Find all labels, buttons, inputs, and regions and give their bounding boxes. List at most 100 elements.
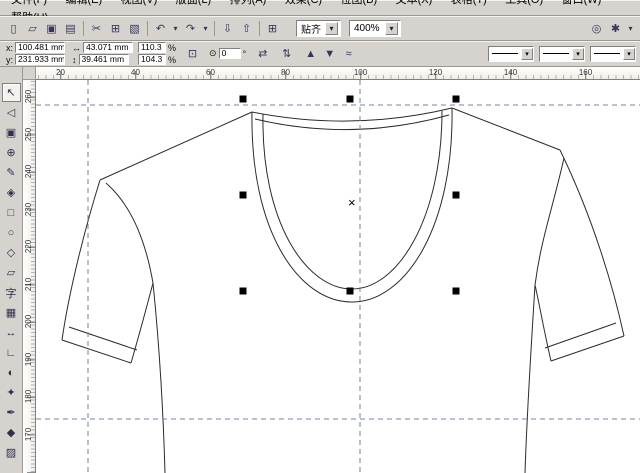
options-button[interactable]: ✱: [606, 19, 625, 38]
selection-center-mark[interactable]: ×: [348, 195, 356, 210]
ruler-label: 230: [25, 203, 34, 216]
menu-item[interactable]: 效果(C): [278, 0, 329, 7]
export-button[interactable]: ⇧: [237, 19, 256, 38]
y-position-field[interactable]: 231.933 mm: [15, 54, 65, 65]
selection-handle-top-center[interactable]: [347, 96, 354, 103]
chevron-down-icon[interactable]: ▾: [623, 48, 635, 60]
selection-handle-middle-left[interactable]: [240, 192, 247, 199]
selection-handle-bottom-left[interactable]: [240, 288, 247, 295]
to-back-button[interactable]: ▼: [320, 44, 339, 63]
toolbar-right-buttons: ◎ ✱ ▾: [587, 19, 636, 38]
freehand-tool[interactable]: ✎: [2, 163, 21, 182]
chevron-down-icon[interactable]: ▾: [521, 48, 533, 60]
chevron-down-icon[interactable]: ▾: [572, 48, 584, 60]
eyedropper-tool[interactable]: ✦: [2, 383, 21, 402]
selection-handle-middle-right[interactable]: [453, 192, 460, 199]
connector-tool[interactable]: ∟: [2, 343, 21, 362]
menu-item[interactable]: 视图(V): [114, 0, 165, 7]
x-position-field[interactable]: 100.481 mm: [15, 42, 65, 53]
menu-item[interactable]: 文本(X): [389, 0, 440, 7]
corel-online-button[interactable]: ◎: [587, 19, 606, 38]
outline-pen-tool[interactable]: ✒: [2, 403, 21, 422]
tshirt-right-armhole-seam: [535, 158, 564, 285]
snap-dropdown[interactable]: 贴齐 ▾: [296, 20, 341, 37]
drawing-canvas[interactable]: ×: [36, 80, 640, 473]
undo-dropdown[interactable]: ▾: [170, 19, 181, 38]
menu-item[interactable]: 表格(T): [444, 0, 494, 7]
crop-tool[interactable]: ▣: [2, 123, 21, 142]
import-button[interactable]: ⇩: [218, 19, 237, 38]
menu-item[interactable]: 版面(L): [169, 0, 218, 7]
fill-tool[interactable]: ◆: [2, 423, 21, 442]
print-button[interactable]: ▤: [61, 19, 80, 38]
lock-ratio-button[interactable]: ⊡: [183, 44, 202, 63]
selection-handle-top-right[interactable]: [453, 96, 460, 103]
blend-tool[interactable]: ◐: [2, 363, 21, 382]
outline-style-combo[interactable]: ▾: [539, 46, 585, 62]
save-button[interactable]: ▣: [42, 19, 61, 38]
menu-item[interactable]: 窗口(W): [555, 0, 609, 7]
to-front-button[interactable]: ▲: [301, 44, 320, 63]
menu-item[interactable]: 文件(F): [4, 0, 54, 7]
ellipse-tool[interactable]: ○: [2, 223, 21, 242]
line-preview-icon: [492, 53, 518, 54]
selection-handle-bottom-right[interactable]: [453, 288, 460, 295]
convert-to-curves-button[interactable]: ≈: [339, 44, 358, 63]
outline-width-combo[interactable]: ▾: [488, 46, 534, 62]
open-button[interactable]: ▱: [23, 19, 42, 38]
separator[interactable]: [80, 19, 87, 38]
outline-combos: ▾ ▾ ▾: [488, 46, 636, 62]
tshirt-left-sleeve-outer: [62, 180, 100, 340]
width-field[interactable]: 43.071 mm: [83, 42, 133, 53]
tshirt-left-cuff: [62, 340, 131, 363]
scale-x-field[interactable]: 110.3: [138, 42, 166, 53]
separator[interactable]: [144, 19, 151, 38]
toolbar-overflow-button[interactable]: ▾: [625, 19, 636, 38]
menu-item[interactable]: 位图(B): [334, 0, 385, 7]
arrowhead-combo[interactable]: ▾: [590, 46, 636, 62]
rotation-angle-field[interactable]: 0: [219, 48, 241, 59]
scale-y-field[interactable]: 104.3: [138, 54, 166, 65]
chevron-down-icon[interactable]: ▾: [385, 22, 398, 35]
new-document-button[interactable]: ▯: [4, 19, 23, 38]
menu-item[interactable]: 排列(A): [223, 0, 274, 7]
vertical-ruler[interactable]: 260250240230220210200190180170: [23, 80, 36, 473]
text-tool[interactable]: 字: [2, 283, 21, 302]
ruler-label: 140: [473, 67, 548, 78]
menu-item[interactable]: 编辑(E): [59, 0, 110, 7]
polygon-tool[interactable]: ◇: [2, 243, 21, 262]
separator[interactable]: [211, 19, 218, 38]
separator[interactable]: [256, 19, 263, 38]
ruler-label: 250: [25, 128, 34, 141]
smart-fill-tool[interactable]: ◈: [2, 183, 21, 202]
mirror-vertical-button[interactable]: ⇅: [277, 44, 296, 63]
application-launcher-button[interactable]: ⊞: [263, 19, 282, 38]
ruler-label: 170: [25, 428, 34, 441]
basic-shapes-tool[interactable]: ▱: [2, 263, 21, 282]
redo-dropdown[interactable]: ▾: [200, 19, 211, 38]
horizontal-ruler[interactable]: 20406080100120140160: [36, 67, 640, 80]
dimension-tool[interactable]: ↔: [2, 323, 21, 342]
table-tool[interactable]: ▦: [2, 303, 21, 322]
ruler-label-slot: 230: [23, 191, 35, 229]
x-label: x:: [4, 43, 15, 53]
zoom-level-combo[interactable]: 400% ▾: [349, 20, 401, 37]
zoom-tool[interactable]: ⊕: [2, 143, 21, 162]
height-field[interactable]: 39.461 mm: [79, 54, 129, 65]
copy-button[interactable]: ⊞: [106, 19, 125, 38]
redo-button[interactable]: ↷: [181, 19, 200, 38]
rectangle-tool[interactable]: □: [2, 203, 21, 222]
interactive-fill-tool[interactable]: ▨: [2, 443, 21, 462]
cut-button[interactable]: ✂: [87, 19, 106, 38]
selection-handle-top-left[interactable]: [240, 96, 247, 103]
mirror-horizontal-button[interactable]: ⇄: [253, 44, 272, 63]
paste-button[interactable]: ▧: [125, 19, 144, 38]
tshirt-outline[interactable]: [62, 108, 624, 473]
pick-tool[interactable]: ↖: [2, 83, 21, 102]
application-window: 文件(F) 编辑(E) 视图(V) 版面(L) 排列(A) 效果(C) 位图(B…: [0, 0, 640, 473]
menu-item[interactable]: 工具(O): [498, 0, 550, 7]
chevron-down-icon[interactable]: ▾: [325, 22, 338, 35]
selection-handle-bottom-center[interactable]: [347, 288, 354, 295]
undo-button[interactable]: ↶: [151, 19, 170, 38]
shape-tool[interactable]: ◁: [2, 103, 21, 122]
